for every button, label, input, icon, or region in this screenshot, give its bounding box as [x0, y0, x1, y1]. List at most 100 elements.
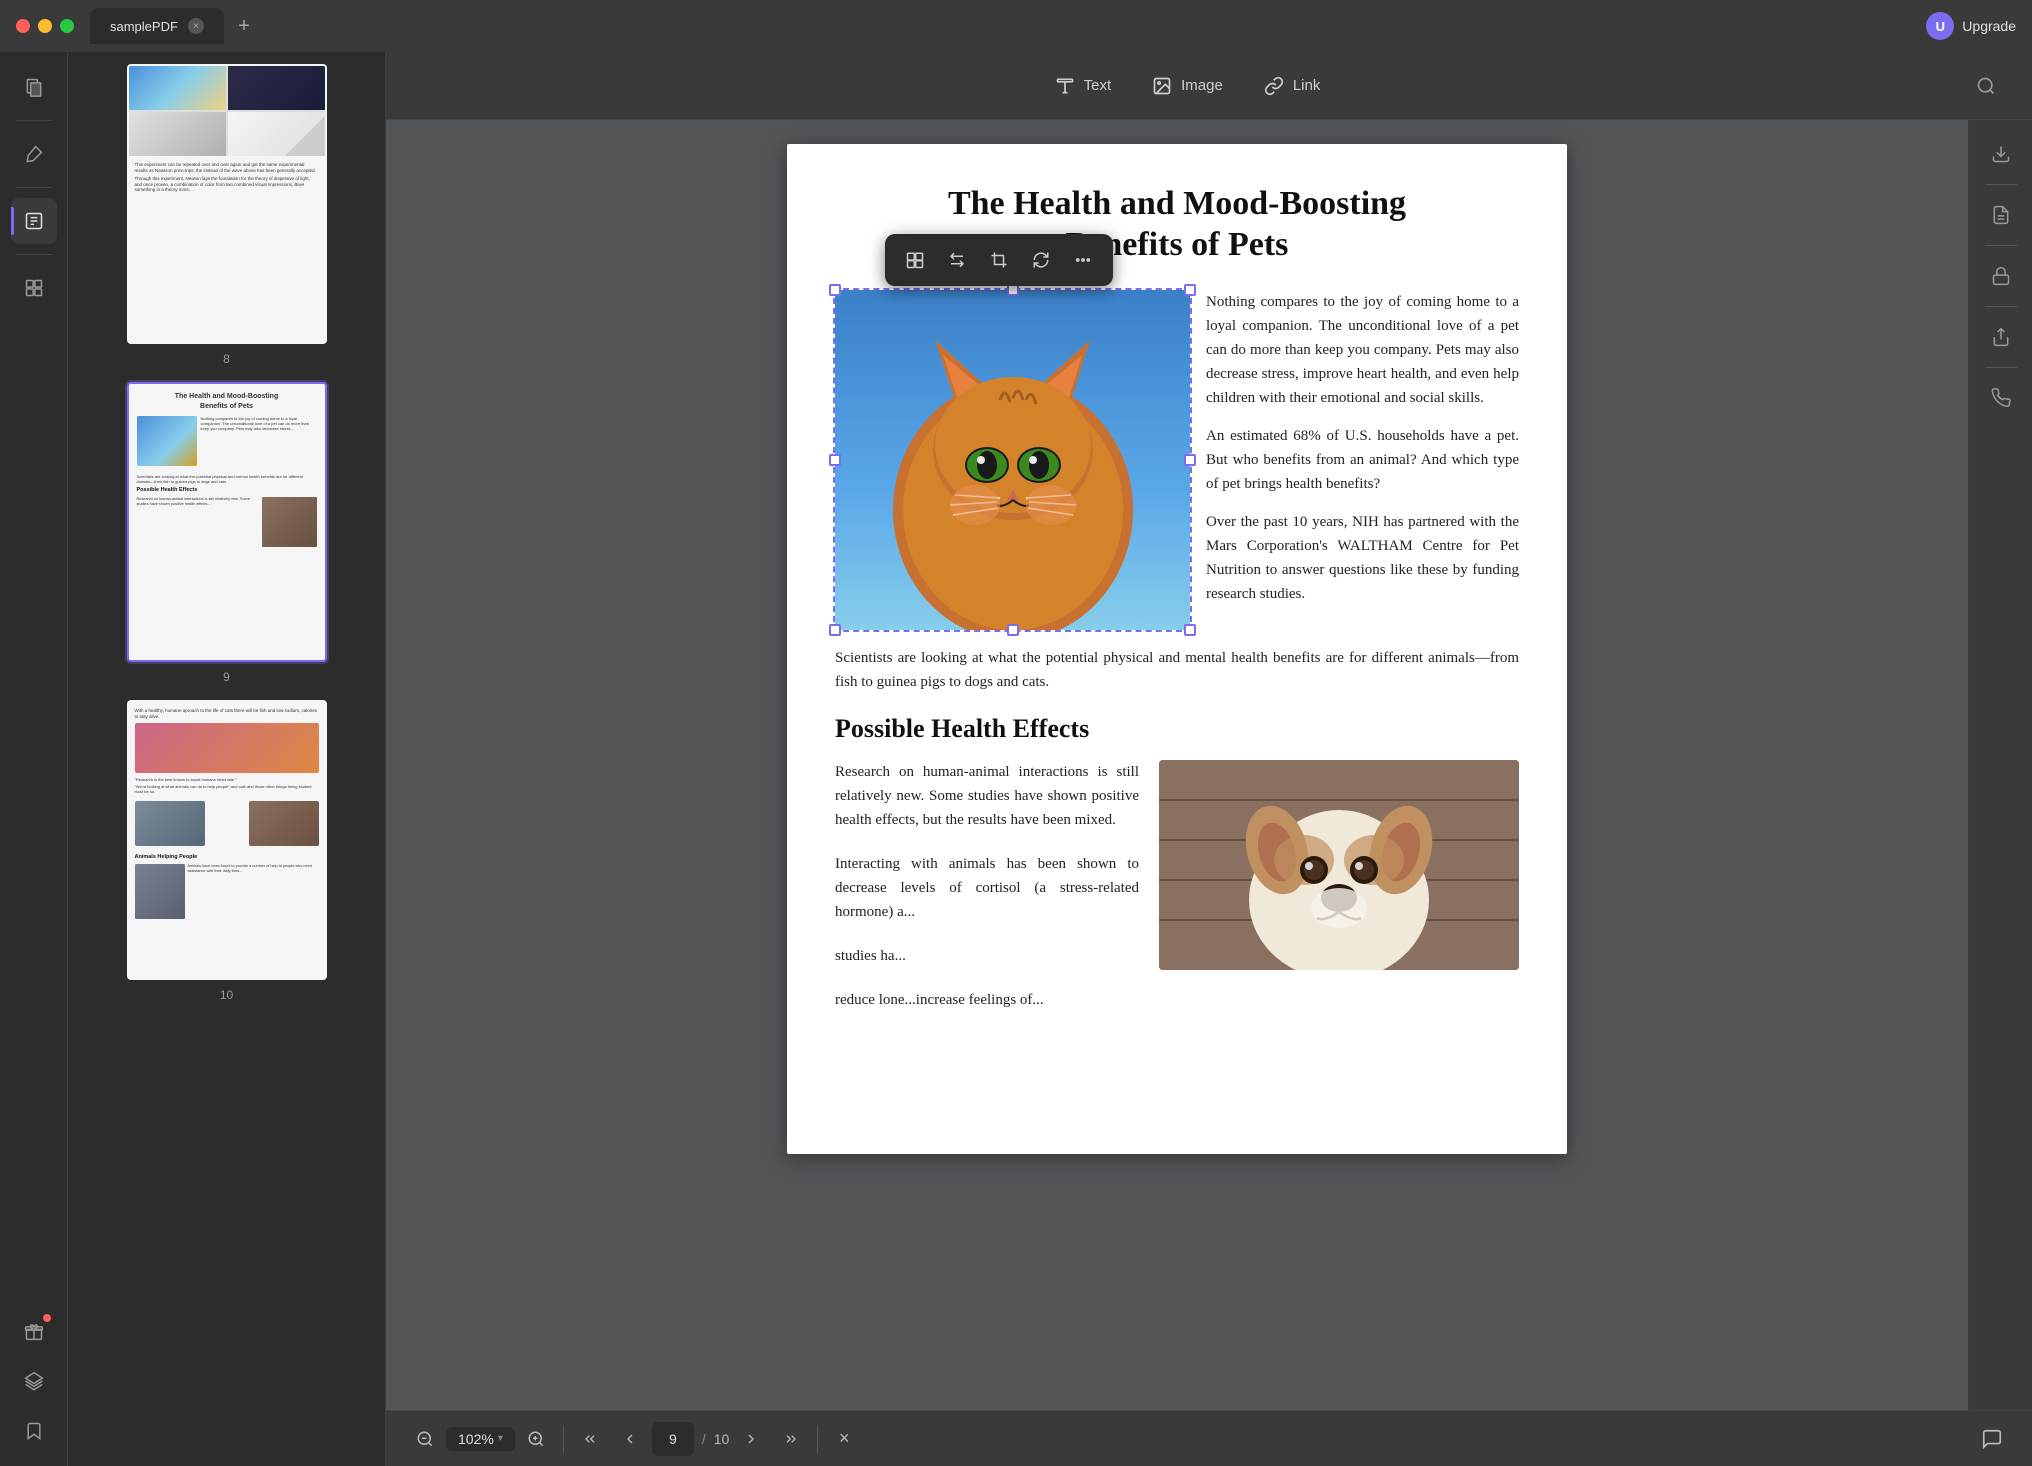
page-separator: / [698, 1431, 710, 1447]
pdfa-button[interactable] [1979, 193, 2023, 237]
text-icon [1054, 75, 1076, 97]
content-row: Nothing compares to the joy of coming ho… [835, 290, 1519, 630]
minimize-window-button[interactable] [38, 19, 52, 33]
page-8-number: 8 [223, 352, 230, 366]
close-window-button[interactable] [16, 19, 30, 33]
ft-more-button[interactable] [1065, 242, 1101, 278]
sidebar-item-pages[interactable] [11, 64, 57, 110]
upgrade-label[interactable]: Upgrade [1962, 18, 2016, 34]
thumb9-title: The Health and Mood-BoostingBenefits of … [137, 392, 317, 412]
resize-handle-bm[interactable] [1007, 624, 1019, 636]
section-para1: Research on human-animal interactions is… [835, 760, 1139, 832]
zoom-controls: 102% ▾ [406, 1420, 555, 1458]
thumb-frame-9: The Health and Mood-BoostingBenefits of … [127, 382, 327, 662]
resize-handle-br[interactable] [1184, 624, 1196, 636]
rt-divider-3 [1985, 306, 2017, 307]
thumb-frame-10: With a healthy, humane aproach to the li… [127, 700, 327, 980]
resize-handle-bl[interactable] [829, 624, 841, 636]
avatar: U [1926, 12, 1954, 40]
page-controls: / 10 [572, 1421, 809, 1457]
tab-area: samplePDF × + [90, 8, 258, 44]
thumb10-img-2 [135, 801, 205, 846]
new-tab-button[interactable]: + [230, 12, 258, 40]
thumbnail-page-8[interactable]: This experiment can be repeated over and… [84, 64, 369, 366]
sidebar-bottom [11, 1308, 57, 1454]
resize-handle-tr[interactable] [1184, 284, 1196, 296]
resize-handle-ml[interactable] [829, 454, 841, 466]
section-para2: Interacting with animals has been shown … [835, 852, 1139, 924]
tab-title: samplePDF [110, 19, 178, 34]
text-tool-button[interactable]: Text [1034, 65, 1132, 107]
rt-divider-1 [1985, 184, 2017, 185]
traffic-lights [16, 19, 74, 33]
zoom-in-button[interactable] [517, 1420, 555, 1458]
text-tool-label: Text [1084, 77, 1112, 94]
page-number-input[interactable] [652, 1422, 694, 1456]
ft-flip-button[interactable] [939, 242, 975, 278]
sidebar-item-gift[interactable] [11, 1308, 57, 1354]
lock-button[interactable] [1979, 254, 2023, 298]
image-selection-area: Nothing compares to the joy of coming ho… [835, 290, 1519, 630]
sidebar-divider-1 [16, 120, 52, 121]
image-tool-label: Image [1181, 77, 1223, 94]
tab-close-button[interactable]: × [188, 18, 204, 34]
user-area: U Upgrade [1926, 12, 2016, 40]
total-pages: 10 [714, 1431, 730, 1447]
section-title: Possible Health Effects [835, 714, 1519, 744]
section-para3: studies ha... [835, 944, 1139, 968]
resize-handle-mr[interactable] [1184, 454, 1196, 466]
status-divider-1 [563, 1425, 564, 1453]
para3: Over the past 10 years, NIH has partnere… [1206, 510, 1519, 606]
chat-button[interactable] [1972, 1419, 2012, 1459]
zoom-percentage: 102% [458, 1431, 494, 1447]
ft-rotate-button[interactable] [1023, 242, 1059, 278]
share-button[interactable] [1979, 315, 2023, 359]
zoom-value-display[interactable]: 102% ▾ [446, 1427, 515, 1451]
email-button[interactable] [1979, 376, 2023, 420]
text-column: Nothing compares to the joy of coming ho… [1206, 290, 1519, 630]
thumb8-img-3 [129, 112, 226, 156]
import-button[interactable] [1979, 132, 2023, 176]
search-button[interactable] [1964, 64, 2008, 108]
first-page-button[interactable] [572, 1421, 608, 1457]
sidebar-item-annotate[interactable] [11, 198, 57, 244]
thumbnail-page-9[interactable]: The Health and Mood-BoostingBenefits of … [84, 382, 369, 684]
thumb8-img-4 [228, 112, 325, 156]
thumbnail-panel: This experiment can be repeated over and… [68, 52, 386, 1466]
zoom-dropdown-arrow: ▾ [498, 1433, 503, 1444]
next-page-button[interactable] [733, 1421, 769, 1457]
close-page-button[interactable]: × [826, 1421, 862, 1457]
prev-page-button[interactable] [612, 1421, 648, 1457]
status-bar: 102% ▾ [386, 1410, 2032, 1466]
link-tool-button[interactable]: Link [1243, 65, 1341, 107]
link-tool-label: Link [1293, 77, 1321, 94]
thumbnail-page-10[interactable]: With a healthy, humane aproach to the li… [84, 700, 369, 1002]
resize-handle-tl[interactable] [829, 284, 841, 296]
thumb9-content: The Health and Mood-BoostingBenefits of … [129, 384, 325, 555]
sidebar-item-layers[interactable] [11, 1358, 57, 1404]
page-10-number: 10 [220, 988, 233, 1002]
ft-replace-button[interactable] [897, 242, 933, 278]
image-tool-button[interactable]: Image [1131, 65, 1243, 107]
maximize-window-button[interactable] [60, 19, 74, 33]
pdf-viewer: The Health and Mood-BoostingBenefits of … [386, 120, 1968, 1410]
sidebar-item-bookmark[interactable] [11, 1408, 57, 1454]
rt-divider-2 [1985, 245, 2017, 246]
thumb8-body: This experiment can be repeated over and… [129, 156, 325, 342]
sidebar-item-edit[interactable] [11, 131, 57, 177]
thumb8-images [129, 66, 325, 156]
ft-crop-button[interactable] [981, 242, 1017, 278]
last-page-button[interactable] [773, 1421, 809, 1457]
status-right [1972, 1419, 2012, 1459]
bottom-text-col: Research on human-animal interactions is… [835, 760, 1139, 1032]
tab-samplepdf[interactable]: samplePDF × [90, 8, 224, 44]
sidebar-divider-3 [16, 254, 52, 255]
dog-image [1159, 760, 1519, 970]
sidebar-item-organize[interactable] [11, 265, 57, 311]
thumb8-img-2 [228, 66, 325, 110]
image-icon [1151, 75, 1173, 97]
thumb10-img-1 [135, 723, 319, 773]
titlebar: samplePDF × + U Upgrade [0, 0, 2032, 52]
cat-image[interactable] [835, 290, 1190, 630]
zoom-out-button[interactable] [406, 1420, 444, 1458]
